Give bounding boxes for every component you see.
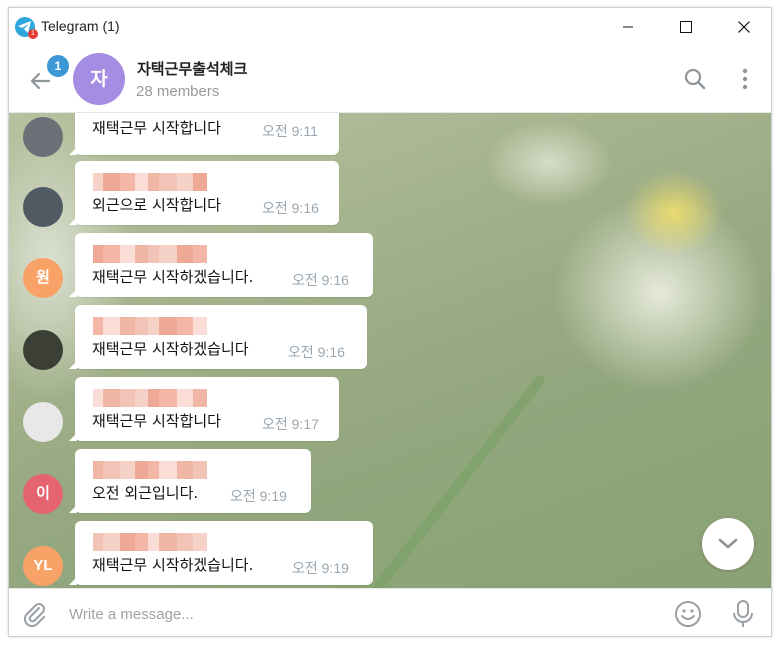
message-time: 오전 9:16 <box>288 344 345 360</box>
bubble-tail <box>69 577 77 585</box>
sender-avatar[interactable] <box>23 402 63 442</box>
sender-avatar[interactable]: 이 <box>23 474 63 514</box>
message-row: YL 재택근무 시작하겠습니다. 오전 9:19 <box>9 521 771 586</box>
bubble-tail <box>69 505 77 513</box>
chat-title[interactable]: 자택근무출석체크 <box>137 58 247 79</box>
mic-button[interactable] <box>731 598 755 630</box>
message-time: 오전 9:16 <box>262 200 319 216</box>
message-row: 외근으로 시작합니다 오전 9:16 <box>9 161 771 227</box>
message-time: 오전 9:19 <box>230 488 287 504</box>
emoji-button[interactable] <box>673 599 703 629</box>
message-row: 재택근무 시작합니다 오전 9:17 <box>9 377 771 442</box>
sender-avatar[interactable]: 원 <box>23 258 63 298</box>
bubble-tail <box>69 147 77 155</box>
sender-avatar[interactable]: YL <box>23 546 63 586</box>
message-row: 이 오전 외근입니다. 오전 9:19 <box>9 449 771 514</box>
close-button[interactable] <box>715 8 771 46</box>
message-row: 재택근무 시작하겠습니다 오전 9:16 <box>9 305 771 370</box>
sender-name-redacted[interactable] <box>93 317 207 335</box>
message-bubble[interactable]: 재택근무 시작하겠습니다. 오전 9:19 <box>69 521 373 585</box>
message-bubble[interactable]: 외근으로 시작합니다 오전 9:16 <box>69 161 339 225</box>
members-count[interactable]: 28 members <box>136 83 219 100</box>
telegram-window: 1 Telegram (1) 1 자 자택근무출석체크 28 members 재… <box>8 7 772 637</box>
message-bubble[interactable]: 오전 외근입니다. 오전 9:19 <box>69 449 311 513</box>
message-bubble[interactable]: 재택근무 시작합니다 오전 9:17 <box>69 377 339 441</box>
message-text: 재택근무 시작합니다 <box>92 119 221 137</box>
window-title: Telegram (1) <box>41 18 120 34</box>
bubble-tail <box>69 289 77 297</box>
message-text: 재택근무 시작하겠습니다. <box>92 556 254 574</box>
unread-badge: 1 <box>47 55 69 77</box>
bubble-tail <box>69 361 77 369</box>
message-bubble[interactable]: 재택근무 시작합니다 오전 9:11 <box>69 113 339 155</box>
close-icon <box>738 21 750 33</box>
bubble-tail <box>69 433 77 441</box>
title-bar: 1 Telegram (1) <box>9 8 771 46</box>
sender-avatar[interactable] <box>23 330 63 370</box>
attach-button[interactable] <box>21 600 49 628</box>
emoji-icon <box>675 601 701 627</box>
message-bubble[interactable]: 재택근무 시작하겠습니다. 오전 9:16 <box>69 233 373 297</box>
message-text: 재택근무 시작하겠습니다 <box>92 340 249 358</box>
more-button[interactable] <box>735 66 755 92</box>
search-icon <box>684 68 706 90</box>
minimize-button[interactable] <box>599 8 657 46</box>
sender-name-redacted[interactable] <box>93 173 207 191</box>
sender-name-redacted[interactable] <box>93 389 207 407</box>
microphone-icon <box>733 600 753 627</box>
telegram-logo-icon: 1 <box>15 17 38 39</box>
message-text: 재택근무 시작합니다 <box>92 412 221 430</box>
message-text: 오전 외근입니다. <box>92 484 199 502</box>
message-list[interactable]: 재택근무 시작합니다 오전 9:11 외근으로 시작합니다 오전 9:16 원 재택근무 … <box>9 113 771 588</box>
message-time: 오전 9:17 <box>262 416 319 432</box>
sender-avatar[interactable] <box>23 117 63 157</box>
maximize-button[interactable] <box>657 8 715 46</box>
message-row: 원 재택근무 시작하겠습니다. 오전 9:16 <box>9 233 771 298</box>
paperclip-icon <box>23 603 45 628</box>
bubble-tail <box>69 217 77 225</box>
more-vertical-icon <box>742 68 748 90</box>
search-button[interactable] <box>682 66 708 92</box>
minimize-icon <box>623 26 633 28</box>
composer <box>9 588 771 636</box>
sender-name-redacted[interactable] <box>93 461 207 479</box>
message-row: 재택근무 시작합니다 오전 9:11 <box>9 113 771 157</box>
logo-badge: 1 <box>28 29 38 39</box>
message-input[interactable] <box>69 601 659 627</box>
sender-name-redacted[interactable] <box>93 245 207 263</box>
message-bubble[interactable]: 재택근무 시작하겠습니다 오전 9:16 <box>69 305 367 369</box>
message-time: 오전 9:19 <box>292 560 349 576</box>
chat-avatar[interactable]: 자 <box>73 53 125 105</box>
message-text: 재택근무 시작하겠습니다. <box>92 268 254 286</box>
message-time: 오전 9:16 <box>292 272 349 288</box>
chat-header: 1 자 자택근무출석체크 28 members <box>9 46 771 113</box>
chevron-down-icon <box>718 538 738 549</box>
message-text: 외근으로 시작합니다 <box>92 196 221 214</box>
maximize-icon <box>680 21 692 33</box>
sender-avatar[interactable] <box>23 187 63 227</box>
scroll-down-button[interactable] <box>702 518 754 570</box>
sender-name-redacted[interactable] <box>93 533 207 551</box>
message-time: 오전 9:11 <box>262 123 318 139</box>
